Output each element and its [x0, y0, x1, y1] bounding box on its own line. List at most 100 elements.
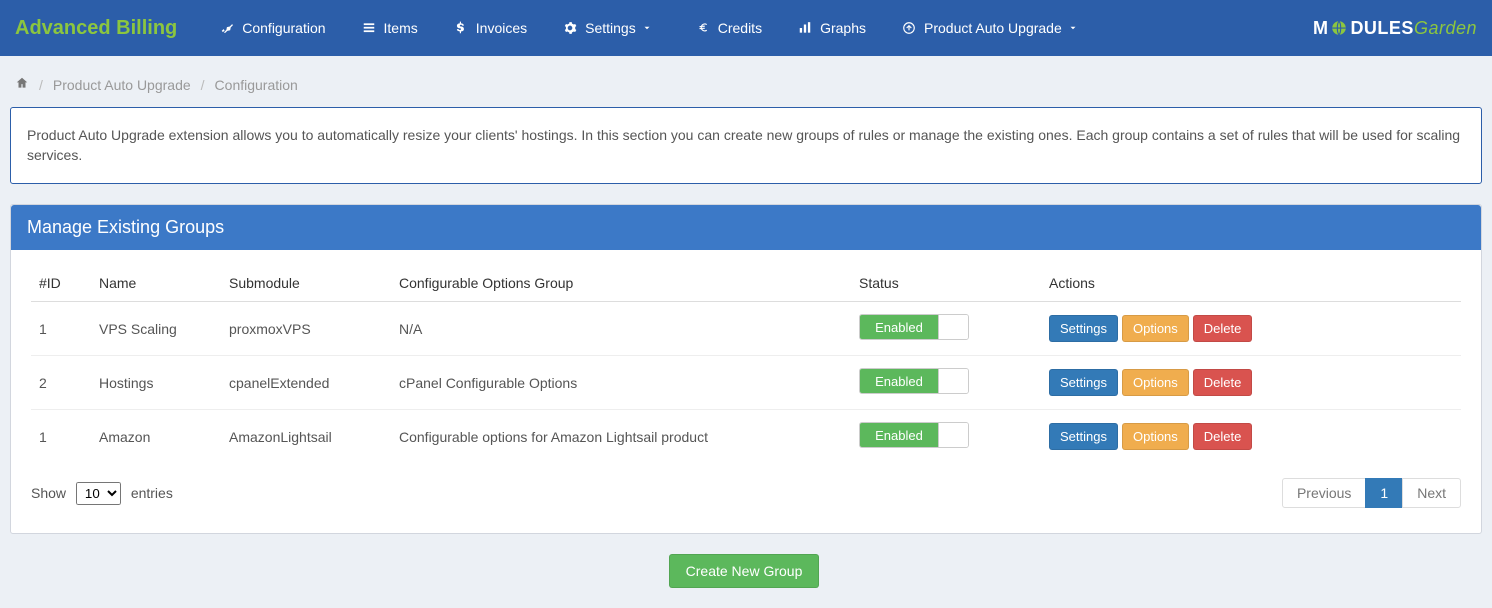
chevron-down-icon [1068, 23, 1078, 33]
th-status[interactable]: Status [851, 265, 1041, 302]
cell-status: Enabled [851, 356, 1041, 410]
cell-actions: SettingsOptionsDelete [1041, 410, 1461, 464]
table-row: 1AmazonAmazonLightsailConfigurable optio… [31, 410, 1461, 464]
options-button[interactable]: Options [1122, 369, 1189, 396]
cell-submodule: proxmoxVPS [221, 302, 391, 356]
nav-label: Graphs [820, 20, 866, 36]
th-config-group[interactable]: Configurable Options Group [391, 265, 851, 302]
toggle-knob [938, 315, 968, 339]
nav-label: Configuration [242, 20, 325, 36]
settings-button[interactable]: Settings [1049, 423, 1118, 450]
arrow-up-circle-icon [902, 21, 916, 35]
create-new-group-button[interactable]: Create New Group [669, 554, 820, 588]
nav-settings[interactable]: Settings [545, 0, 678, 56]
cell-id: 2 [31, 356, 91, 410]
panel-body: #ID Name Submodule Configurable Options … [11, 250, 1481, 533]
euro-icon [696, 21, 710, 35]
status-toggle[interactable]: Enabled [859, 368, 969, 394]
manage-groups-panel: Manage Existing Groups #ID Name Submodul… [10, 204, 1482, 534]
nav-graphs[interactable]: Graphs [780, 0, 884, 56]
pagination: Previous 1 Next [1283, 478, 1461, 508]
toggle-on-label: Enabled [860, 315, 938, 339]
status-toggle[interactable]: Enabled [859, 314, 969, 340]
delete-button[interactable]: Delete [1193, 369, 1253, 396]
brand-title: Advanced Billing [15, 17, 177, 40]
pagination-page-1[interactable]: 1 [1365, 478, 1403, 508]
toggle-on-label: Enabled [860, 423, 938, 447]
page-body: / Product Auto Upgrade / Configuration P… [0, 56, 1492, 608]
cell-config-group: N/A [391, 302, 851, 356]
nav-label: Product Auto Upgrade [924, 20, 1062, 36]
cell-submodule: AmazonLightsail [221, 410, 391, 464]
dollar-icon [454, 21, 468, 35]
settings-button[interactable]: Settings [1049, 369, 1118, 396]
chevron-down-icon [642, 23, 652, 33]
th-id[interactable]: #ID [31, 265, 91, 302]
nav-label: Invoices [476, 20, 527, 36]
cell-name: Hostings [91, 356, 221, 410]
show-entries: Show 10 entries [31, 482, 173, 505]
delete-button[interactable]: Delete [1193, 315, 1253, 342]
nav-items-link[interactable]: Items [344, 0, 436, 56]
gear-icon [563, 21, 577, 35]
panel-title: Manage Existing Groups [11, 205, 1481, 250]
cell-status: Enabled [851, 302, 1041, 356]
entries-label: entries [131, 485, 173, 501]
th-actions: Actions [1041, 265, 1461, 302]
nav-label: Items [384, 20, 418, 36]
cell-actions: SettingsOptionsDelete [1041, 302, 1461, 356]
cell-actions: SettingsOptionsDelete [1041, 356, 1461, 410]
options-button[interactable]: Options [1122, 423, 1189, 450]
groups-table: #ID Name Submodule Configurable Options … [31, 265, 1461, 463]
nav-configuration[interactable]: Configuration [202, 0, 343, 56]
breadcrumb-separator: / [39, 77, 43, 93]
cell-submodule: cpanelExtended [221, 356, 391, 410]
wrench-icon [220, 21, 234, 35]
toggle-knob [938, 369, 968, 393]
settings-button[interactable]: Settings [1049, 315, 1118, 342]
cell-name: Amazon [91, 410, 221, 464]
breadcrumb-separator: / [201, 77, 205, 93]
nav-label: Settings [585, 20, 636, 36]
cell-name: VPS Scaling [91, 302, 221, 356]
cell-status: Enabled [851, 410, 1041, 464]
nav-label: Credits [718, 20, 762, 36]
nav-items: Configuration Items Invoices Settings Cr… [202, 0, 1313, 56]
th-submodule[interactable]: Submodule [221, 265, 391, 302]
cell-id: 1 [31, 302, 91, 356]
create-row: Create New Group [10, 554, 1482, 588]
home-icon[interactable] [15, 76, 29, 93]
toggle-knob [938, 423, 968, 447]
cell-config-group: Configurable options for Amazon Lightsai… [391, 410, 851, 464]
cell-config-group: cPanel Configurable Options [391, 356, 851, 410]
options-button[interactable]: Options [1122, 315, 1189, 342]
breadcrumb-current: Configuration [215, 77, 298, 93]
pagination-previous[interactable]: Previous [1282, 478, 1366, 508]
logo-text: DULES [1350, 18, 1414, 39]
delete-button[interactable]: Delete [1193, 423, 1253, 450]
logo-text: M [1313, 18, 1329, 39]
modulesgarden-logo: M DULES Garden [1313, 18, 1477, 39]
nav-credits[interactable]: Credits [678, 0, 780, 56]
logo-text: Garden [1414, 18, 1477, 39]
table-row: 2HostingscpanelExtendedcPanel Configurab… [31, 356, 1461, 410]
pagination-next[interactable]: Next [1402, 478, 1461, 508]
show-label: Show [31, 485, 66, 501]
table-header-row: #ID Name Submodule Configurable Options … [31, 265, 1461, 302]
th-name[interactable]: Name [91, 265, 221, 302]
table-row: 1VPS ScalingproxmoxVPSN/A Enabled Settings… [31, 302, 1461, 356]
nav-invoices[interactable]: Invoices [436, 0, 545, 56]
bar-chart-icon [798, 21, 812, 35]
cell-id: 1 [31, 410, 91, 464]
status-toggle[interactable]: Enabled [859, 422, 969, 448]
breadcrumb-product-auto-upgrade[interactable]: Product Auto Upgrade [53, 77, 191, 93]
breadcrumb: / Product Auto Upgrade / Configuration [10, 66, 1482, 107]
list-icon [362, 21, 376, 35]
info-text: Product Auto Upgrade extension allows yo… [27, 127, 1460, 163]
table-footer: Show 10 entries Previous 1 Next [31, 478, 1461, 508]
page-size-select[interactable]: 10 [76, 482, 121, 505]
info-alert: Product Auto Upgrade extension allows yo… [10, 107, 1482, 184]
top-navbar: Advanced Billing Configuration Items Inv… [0, 0, 1492, 56]
nav-product-auto-upgrade[interactable]: Product Auto Upgrade [884, 0, 1104, 56]
toggle-on-label: Enabled [860, 369, 938, 393]
